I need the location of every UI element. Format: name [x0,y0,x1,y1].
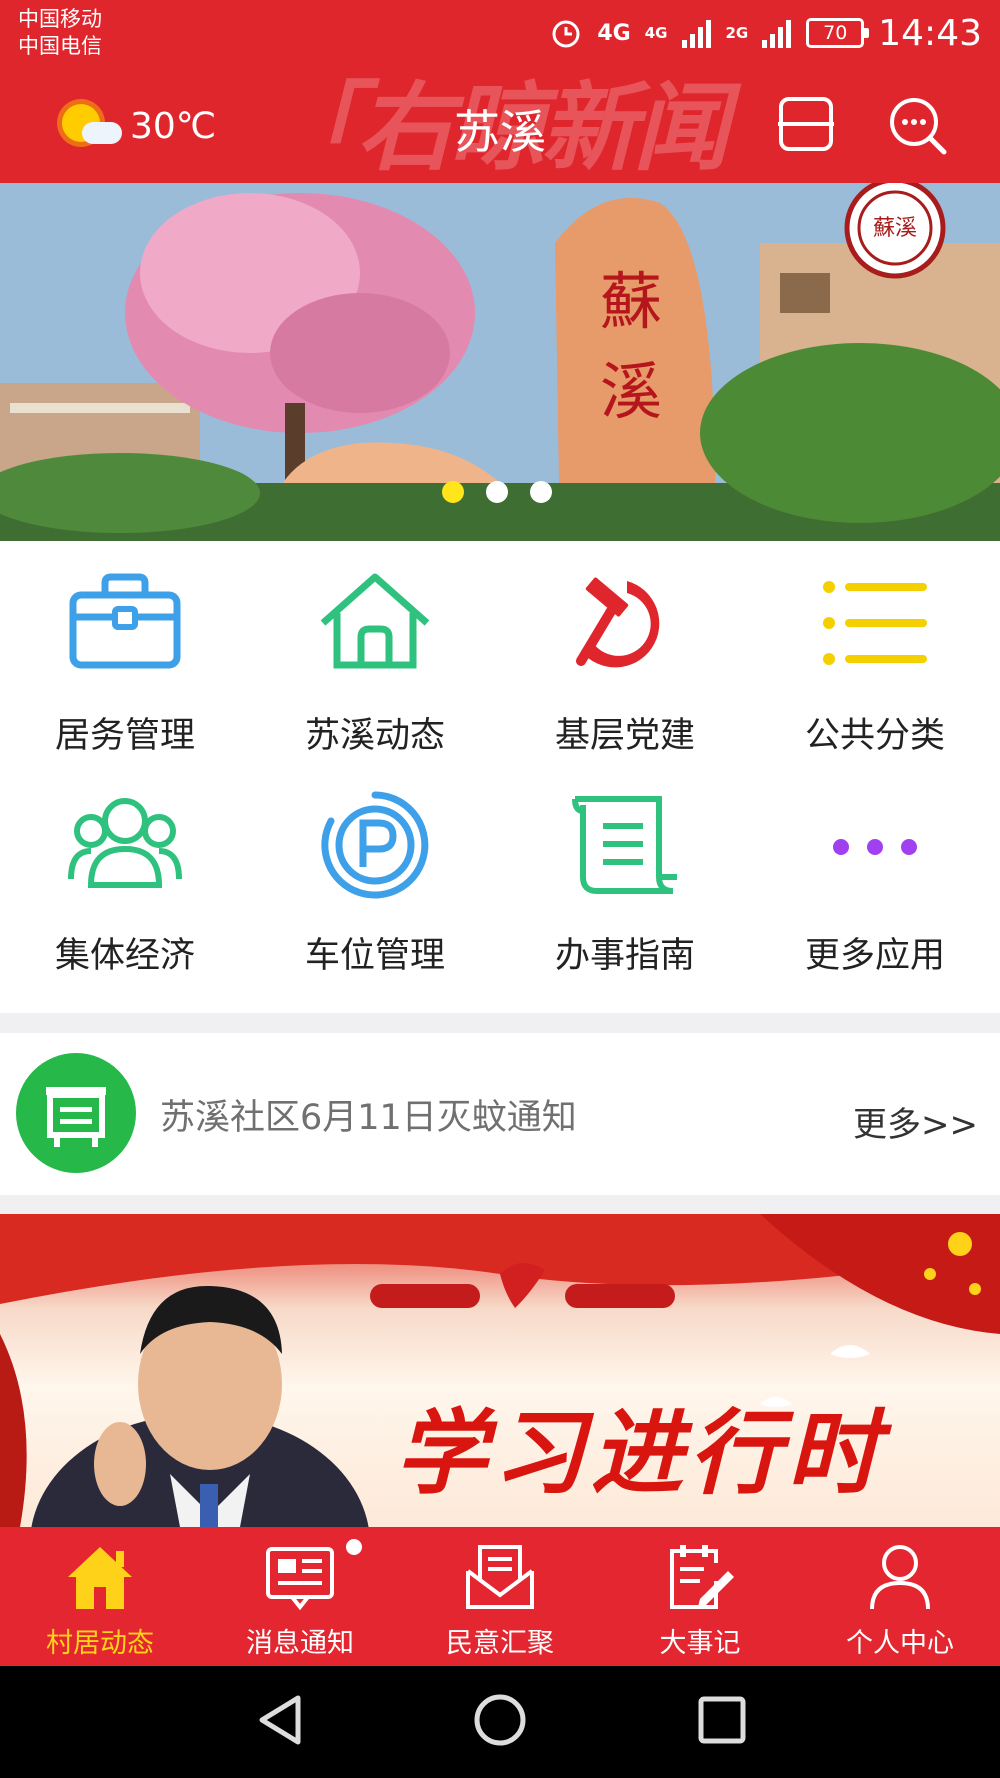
grid-item-more[interactable]: 更多应用 [750,761,1000,981]
tab-label: 消息通知 [246,1628,354,1659]
grid-item-category[interactable]: 公共分类 [750,541,1000,761]
battery-indicator: 70 [806,18,870,48]
grid-item-party[interactable]: 基层党建 [500,541,750,761]
mail-icon [466,1545,534,1609]
user-icon [870,1545,930,1610]
grid-label: 基层党建 [554,716,695,756]
grid-label: 车位管理 [304,936,445,976]
scan-icon[interactable] [778,96,834,152]
network-type-1: 4G [597,20,631,46]
grid-item-news[interactable]: 苏溪动态 [250,541,500,761]
home-button-icon[interactable] [472,1692,528,1748]
svg-text:溪: 溪 [600,355,662,428]
tab-village-news[interactable]: 村居动态 [0,1527,200,1666]
message-search-icon[interactable] [888,96,948,156]
status-time: 14:43 [878,12,982,54]
banner-carousel[interactable]: 蘇 溪 蘇溪 [0,183,1000,541]
grid-label: 更多应用 [804,936,945,976]
page-title: 苏溪 [454,105,546,159]
news-icon [266,1547,334,1611]
notice-bar[interactable]: 苏溪社区6月11日灭蚊通知 更多>> [0,1033,1000,1195]
function-grid: 居务管理 苏溪动态 基层党建 公共分类 集体经济 车位管理 办事指南 更多应用 [0,541,1000,1013]
back-icon[interactable] [252,1692,308,1748]
grid-item-affairs[interactable]: 居务管理 [0,541,250,761]
network-type-3: 2G [725,24,749,42]
notice-board-icon [16,1053,136,1173]
group-icon [68,798,182,888]
list-icon [823,581,927,665]
notice-more-link[interactable]: 更多>> [853,1097,978,1146]
carousel-dot-3[interactable] [530,481,552,503]
hammer-sickle-icon [576,577,660,668]
tab-profile[interactable]: 个人中心 [800,1527,1000,1666]
network-type-2: 4G [644,24,668,42]
svg-text:蘇溪: 蘇溪 [873,216,917,241]
unread-badge [346,1539,362,1555]
alarm-icon [552,20,580,48]
signal-icon [681,20,711,48]
carousel-indicator [442,481,552,503]
parking-icon [321,791,429,899]
tab-events[interactable]: 大事记 [600,1527,800,1666]
notice-text[interactable]: 苏溪社区6月11日灭蚊通知 [160,1089,577,1140]
top-header: 中国移动 中国电信 4G 4G 2G 70 14:43 「右晾新闻 30℃ 苏溪 [0,0,1000,183]
carrier-names: 中国移动 中国电信 [18,6,102,60]
grid-label: 集体经济 [54,936,195,976]
tab-messages[interactable]: 消息通知 [200,1527,400,1666]
svg-text:蘇: 蘇 [600,265,662,338]
promo-banner[interactable]: 学习进行时 [0,1214,1000,1527]
note-edit-icon [670,1545,734,1609]
carrier-1: 中国移动 [18,7,102,31]
home-icon [320,573,430,669]
grid-label: 居务管理 [54,716,195,756]
carousel-dot-2[interactable] [486,481,508,503]
grid-item-parking[interactable]: 车位管理 [250,761,500,981]
home-icon [68,1547,132,1609]
recents-icon[interactable] [694,1692,750,1748]
promo-title: 学习进行时 [395,1399,886,1507]
tab-opinions[interactable]: 民意汇聚 [400,1527,600,1666]
more-dots-icon [833,839,917,855]
carousel-dot-1[interactable] [442,481,464,503]
bottom-tab-bar: 村居动态 消息通知 民意汇聚 大事记 个人中心 [0,1527,1000,1666]
signal-icon-2 [762,20,792,48]
carrier-2: 中国电信 [18,34,102,58]
system-nav-bar [0,1666,1000,1778]
briefcase-icon [69,573,181,669]
tab-label: 民意汇聚 [446,1628,554,1659]
grid-label: 办事指南 [554,936,695,976]
tab-label: 村居动态 [46,1628,154,1659]
grid-label: 公共分类 [804,716,945,756]
tab-label: 个人中心 [846,1628,954,1659]
grid-label: 苏溪动态 [304,716,445,756]
grid-item-guide[interactable]: 办事指南 [500,761,750,981]
scroll-icon [572,796,677,894]
tab-label: 大事记 [659,1628,741,1659]
grid-item-economy[interactable]: 集体经济 [0,761,250,981]
